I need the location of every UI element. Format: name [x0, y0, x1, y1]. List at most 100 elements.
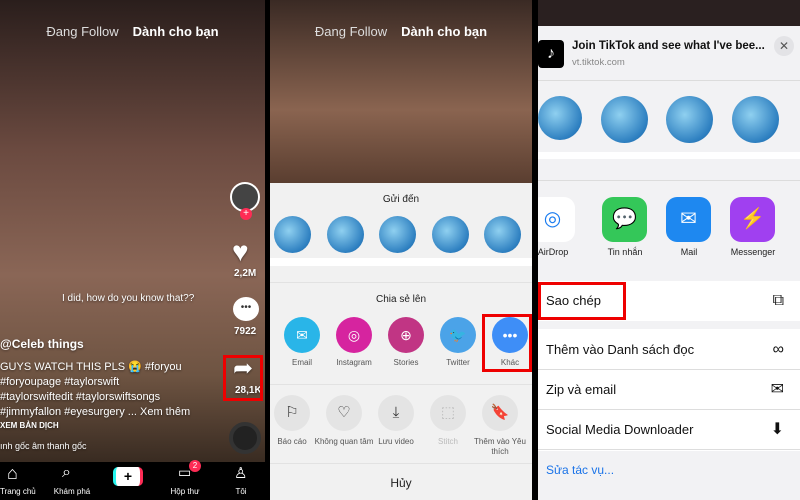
- action-label: Không quan tâm: [314, 437, 374, 446]
- profile-icon[interactable]: ♙: [234, 464, 247, 482]
- description-line[interactable]: #jimmyfallon #eyesurgery ... Xem thêm: [0, 405, 190, 420]
- link-title: Join TikTok and see what I've bee...: [572, 40, 765, 52]
- app-icon: ✉: [680, 208, 697, 230]
- contact-avatar[interactable]: [432, 216, 469, 253]
- action-icon: ⬇: [770, 421, 784, 438]
- action-row[interactable]: Social Media Downloader ⬇: [538, 410, 800, 450]
- share-to-title: Chia sẻ lên: [375, 294, 427, 305]
- translate-link[interactable]: XEM BẢN DỊCH: [0, 421, 59, 430]
- action-label: Stitch: [437, 437, 458, 446]
- action-icon: ✉: [770, 381, 784, 398]
- comment-count: 7922: [234, 326, 257, 337]
- highlight-copy: [538, 282, 626, 320]
- action-icon: 🔖: [490, 404, 510, 421]
- action-icon: ⤓: [392, 404, 400, 421]
- feed-tabs: Đang Follow Dành cho bạn: [270, 24, 532, 39]
- action-button[interactable]: ♡: [326, 395, 362, 431]
- contact-avatar[interactable]: [666, 96, 713, 143]
- music-disc[interactable]: [229, 422, 261, 454]
- contact-avatar[interactable]: [601, 96, 648, 143]
- video-background: [538, 0, 800, 26]
- tab-for-you[interactable]: Dành cho bạn: [401, 24, 487, 39]
- action-label: Thêm vào Danh sách đọc: [546, 342, 695, 357]
- action-row[interactable]: Zip và email ✉: [538, 370, 800, 410]
- share-stories-button[interactable]: ⊕: [388, 317, 424, 353]
- divider: [270, 463, 532, 464]
- app-icon: ⚡: [740, 208, 765, 230]
- tab-following[interactable]: Đang Follow: [46, 24, 118, 39]
- action-icon: ♡: [337, 404, 351, 421]
- app-messenger-button[interactable]: ⚡: [730, 197, 775, 242]
- tiktok-share-sheet: Đang Follow Dành cho bạn Gửi đến Chia sẻ …: [270, 0, 532, 500]
- divider: [270, 282, 532, 283]
- description-line: GUYS WATCH THIS PLS 😭 #foryou: [0, 361, 182, 373]
- sound-label[interactable]: ınh gốc âm thanh gốc: [0, 441, 87, 451]
- tab-following[interactable]: Đang Follow: [315, 24, 387, 39]
- nav-discover[interactable]: Khám phá: [48, 487, 96, 496]
- contact-avatar[interactable]: [327, 216, 364, 253]
- username[interactable]: @Celeb things: [0, 337, 84, 351]
- divider: [270, 384, 532, 385]
- share-app-label: Stories: [393, 358, 419, 367]
- nav-home[interactable]: Trang chủ: [0, 487, 36, 496]
- highlight-share: [223, 355, 263, 401]
- stories-icon: ⊕: [400, 327, 412, 343]
- divider: [538, 80, 800, 81]
- action-label: Lưu video: [378, 437, 414, 446]
- app-label: AirDrop: [538, 247, 569, 257]
- share-app-label: Twitter: [446, 358, 470, 367]
- contact-avatar[interactable]: [274, 216, 311, 253]
- share-twitter-button[interactable]: 🐦: [440, 317, 476, 353]
- action-icon: ∞: [772, 341, 784, 358]
- edit-actions-link[interactable]: Sửa tác vụ...: [546, 463, 614, 477]
- redacted-names: [270, 258, 532, 266]
- comment-icon[interactable]: •••: [233, 297, 259, 321]
- action-row[interactable]: Thêm vào Danh sách đọc ∞: [538, 330, 800, 370]
- action-label: Social Media Downloader: [546, 422, 694, 437]
- action-icon: ⚐: [285, 404, 299, 421]
- action-button[interactable]: ⬚: [430, 395, 466, 431]
- share-email-button[interactable]: ✉: [284, 317, 320, 353]
- video-description: GUYS WATCH THIS PLS 😭 #foryou #foryoupag…: [0, 360, 190, 420]
- app-label: Tin nhắn: [607, 247, 643, 257]
- app-mail-button[interactable]: ✉: [666, 197, 711, 242]
- heart-icon[interactable]: ♥: [232, 236, 249, 268]
- app-icon: 💬: [612, 208, 637, 230]
- share-instagram-button[interactable]: ◎: [336, 317, 372, 353]
- action-button[interactable]: ⚐: [274, 395, 310, 431]
- feed-tabs: Đang Follow Dành cho bạn: [0, 24, 265, 39]
- follow-plus-icon[interactable]: +: [240, 208, 252, 220]
- contact-avatar[interactable]: [379, 216, 416, 253]
- close-icon[interactable]: ✕: [774, 36, 794, 56]
- action-icon: ⧉: [772, 292, 784, 309]
- contact-avatar[interactable]: [732, 96, 779, 143]
- contact-avatar[interactable]: [538, 96, 582, 140]
- action-icon: ⬚: [440, 404, 456, 421]
- nav-profile[interactable]: Tôi: [217, 487, 265, 496]
- action-button[interactable]: ⤓: [378, 395, 414, 431]
- send-to-title: Gửi đến: [382, 194, 420, 205]
- share-app-label: Email: [291, 358, 312, 367]
- action-button[interactable]: 🔖: [482, 395, 518, 431]
- home-icon[interactable]: ⌂: [7, 463, 18, 484]
- ios-share-sheet: ♪ Join TikTok and see what I've bee... v…: [538, 0, 800, 500]
- twitter-icon: 🐦: [449, 327, 467, 343]
- app-label: Messenger: [730, 247, 776, 257]
- tab-for-you[interactable]: Dành cho bạn: [133, 24, 219, 39]
- action-label: Thêm vào Yêu thích: [474, 437, 526, 456]
- cancel-button[interactable]: Hủy: [270, 476, 532, 490]
- description-line: #taylorswiftedit #taylorswiftsongs: [0, 391, 161, 403]
- create-button[interactable]: +: [113, 467, 143, 486]
- contact-avatar[interactable]: [484, 216, 521, 253]
- share-app-label: Instagram: [336, 358, 372, 367]
- like-count: 2,2M: [234, 268, 257, 279]
- link-domain: vt.tiktok.com: [572, 57, 625, 68]
- instagram-icon: ◎: [347, 327, 361, 343]
- search-icon[interactable]: ⌕: [62, 464, 71, 482]
- app-tin-nhắn-button[interactable]: 💬: [602, 197, 647, 242]
- tiktok-video-screen: Đang Follow Dành cho bạn + ♥ 2,2M ••• 792…: [0, 0, 265, 500]
- app-airdrop-button[interactable]: ◎: [538, 197, 575, 242]
- inbox-badge: 2: [189, 460, 201, 472]
- nav-inbox[interactable]: Hộp thư: [161, 487, 209, 496]
- highlight-more: [482, 314, 532, 372]
